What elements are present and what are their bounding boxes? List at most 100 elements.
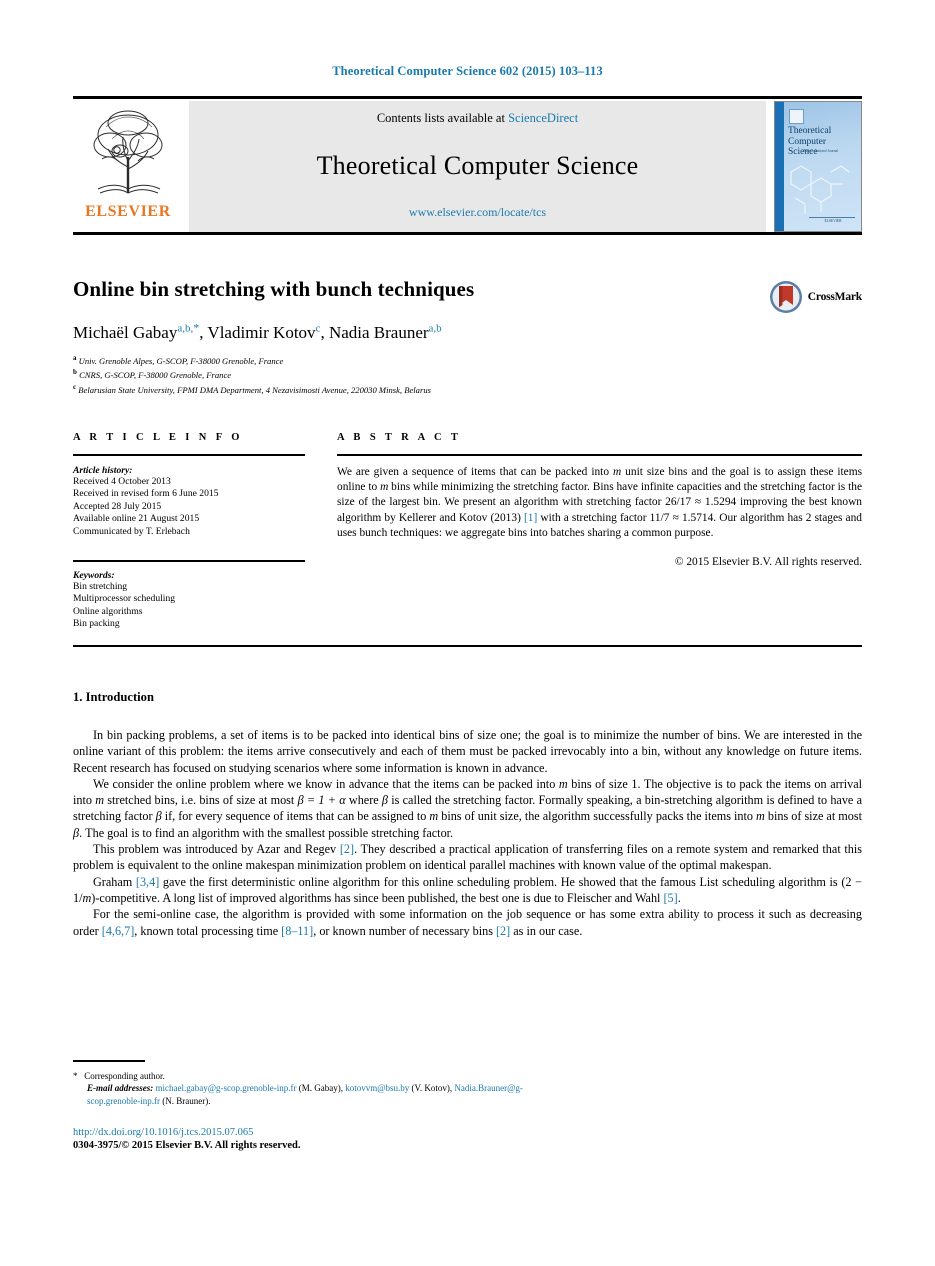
abstract-rule bbox=[337, 454, 862, 456]
corresponding-author-note: * Corresponding author. bbox=[73, 1070, 573, 1083]
cover-spine bbox=[775, 102, 784, 231]
affiliation-text: CNRS, G-SCOP, F-38000 Grenoble, France bbox=[79, 369, 232, 380]
paragraph: In bin packing problems, a set of items … bbox=[73, 728, 862, 775]
journal-title: Theoretical Computer Science bbox=[316, 150, 639, 180]
email-addresses-note: E-mail addresses: michael.gabay@g-scop.g… bbox=[73, 1082, 573, 1107]
affiliation-item: c Belarusian State University, FPMI DMA … bbox=[73, 382, 862, 396]
citation-link[interactable]: [1] bbox=[524, 512, 537, 524]
elsevier-tree-icon bbox=[93, 110, 163, 194]
affiliation-text: Belarusian State University, FPMI DMA De… bbox=[78, 384, 431, 395]
crossmark-badge[interactable]: CrossMark bbox=[769, 280, 862, 314]
info-section-bottom-rule bbox=[73, 645, 862, 647]
affiliation-item: a Univ. Grenoble Alpes, G-SCOP, F-38000 … bbox=[73, 353, 862, 367]
text-run: stretched bins, i.e. bins of size at mos… bbox=[104, 793, 298, 808]
journal-cover-thumbnail: Theoretical Computer Science An Internat… bbox=[774, 101, 862, 232]
citation-link[interactable]: [4,6,7] bbox=[102, 924, 135, 938]
email-label: E-mail addresses: bbox=[87, 1083, 154, 1094]
abstract-part: We are given a sequence of items that ca… bbox=[337, 466, 613, 478]
text-run: as in our case. bbox=[510, 923, 583, 938]
contents-available-line: Contents lists available at ScienceDirec… bbox=[377, 111, 578, 126]
citation-link[interactable]: [3,4] bbox=[136, 875, 159, 889]
abstract-text: We are given a sequence of items that ca… bbox=[337, 465, 862, 541]
keywords-block: Keywords: Bin stretching Multiprocessor … bbox=[73, 560, 305, 631]
affiliation-mark: b bbox=[73, 368, 77, 377]
citation-link[interactable]: [2] bbox=[496, 924, 510, 938]
cover-footer-label: ELSEVIER bbox=[824, 219, 842, 223]
affiliation-text: Univ. Grenoble Alpes, G-SCOP, F-38000 Gr… bbox=[78, 355, 284, 366]
cover-molecule-icon bbox=[790, 165, 850, 214]
elsevier-wordmark: ELSEVIER bbox=[85, 203, 171, 220]
text-run: This problem was introduced by Azar and … bbox=[93, 842, 340, 857]
text-run: Graham bbox=[93, 874, 136, 889]
cover-logo-square bbox=[789, 109, 804, 124]
email-owner: (N. Brauner). bbox=[159, 1095, 211, 1106]
email-link[interactable]: kotovvm@bsu.by bbox=[345, 1083, 409, 1093]
citation-link[interactable]: [8–11] bbox=[281, 924, 313, 938]
sciencedirect-link[interactable]: ScienceDirect bbox=[508, 111, 578, 125]
doi-link[interactable]: http://dx.doi.org/10.1016/j.tcs.2015.07.… bbox=[73, 1126, 773, 1139]
math-variable-m: m bbox=[558, 776, 568, 791]
email-link[interactable]: michael.gabay@g-scop.grenoble-inp.fr bbox=[156, 1083, 297, 1093]
masthead-bottom-rule bbox=[73, 232, 862, 235]
abstract-column: A B S T R A C T We are given a sequence … bbox=[337, 432, 862, 631]
keyword-item: Bin stretching bbox=[73, 581, 128, 593]
author-affiliation-mark: a,b bbox=[428, 322, 442, 334]
citation-link[interactable]: [5] bbox=[663, 891, 677, 905]
author-name: Michaël Gabay bbox=[73, 322, 178, 342]
column-gap bbox=[305, 432, 337, 631]
affiliation-mark: c bbox=[73, 382, 77, 391]
article-body: 1. Introduction In bin packing problems,… bbox=[73, 690, 862, 939]
section-heading-introduction: 1. Introduction bbox=[73, 690, 154, 704]
article-history-label: Article history: bbox=[73, 465, 133, 476]
affiliation-list: a Univ. Grenoble Alpes, G-SCOP, F-38000 … bbox=[73, 353, 862, 396]
journal-masthead: ELSEVIER Contents lists available at Sci… bbox=[73, 96, 862, 235]
history-item: Received 4 October 2013 bbox=[73, 476, 171, 487]
abstract-heading: A B S T R A C T bbox=[337, 432, 462, 443]
math-variable-m: m bbox=[82, 890, 92, 905]
math-variable-m: m bbox=[429, 809, 439, 824]
journal-homepage-link[interactable]: www.elsevier.com/locate/tcs bbox=[409, 205, 546, 220]
crossmark-label: CrossMark bbox=[807, 291, 862, 303]
issn-copyright-line: 0304-3975/© 2015 Elsevier B.V. All right… bbox=[73, 1140, 301, 1151]
citation-link[interactable]: [2] bbox=[340, 842, 354, 856]
author-list: Michaël Gabaya,b,*, Vladimir Kotovc, Nad… bbox=[73, 316, 862, 344]
masthead-top-rule bbox=[73, 96, 862, 99]
contents-prefix: Contents lists available at bbox=[376, 111, 505, 125]
cover-footer-rule bbox=[809, 217, 855, 218]
text-run: )-competitive. A long list of improved a… bbox=[91, 890, 664, 905]
article-info-heading: A R T I C L E I N F O bbox=[73, 432, 243, 443]
math-equation-beta: β = 1 + α bbox=[297, 793, 346, 808]
affiliation-mark: a bbox=[73, 353, 77, 362]
author-entry: Michaël Gabaya,b,*, bbox=[73, 320, 207, 342]
article-info-rule bbox=[73, 454, 305, 456]
keywords-label: Keywords: bbox=[73, 570, 115, 582]
keyword-item: Multiprocessor scheduling bbox=[73, 593, 176, 605]
text-run: , known total processing time bbox=[134, 923, 282, 938]
abstract-copyright: © 2015 Elsevier B.V. All rights reserved… bbox=[674, 556, 862, 569]
article-info-column: A R T I C L E I N F O Article history: R… bbox=[73, 432, 305, 631]
history-item: Communicated by T. Erlebach bbox=[73, 525, 190, 537]
paragraph: For the semi-online case, the algorithm … bbox=[73, 906, 862, 939]
page-title: Online bin stretching with bunch techniq… bbox=[73, 277, 475, 301]
footnote-rule bbox=[73, 1060, 145, 1062]
math-variable-m: m bbox=[756, 809, 765, 824]
keyword-item: Bin packing bbox=[73, 618, 120, 630]
keyword-item: Online algorithms bbox=[73, 605, 143, 617]
journal-running-head: Theoretical Computer Science 602 (2015) … bbox=[332, 64, 603, 78]
author-name: Nadia Brauner bbox=[328, 322, 429, 342]
author-entry: Vladimir Kotovc, bbox=[207, 322, 329, 342]
article-page: Theoretical Computer Science 602 (2015) … bbox=[0, 0, 935, 1266]
math-variable-m: m bbox=[613, 466, 622, 478]
article-info-abstract-area: A R T I C L E I N F O Article history: R… bbox=[73, 432, 862, 631]
paragraph: Graham [3,4] gave the first deterministi… bbox=[73, 874, 862, 907]
author-name: Vladimir Kotov bbox=[207, 322, 316, 342]
history-item: Received in revised form 6 June 2015 bbox=[73, 488, 219, 500]
paragraph: We consider the online problem where we … bbox=[73, 776, 862, 841]
page-footer: http://dx.doi.org/10.1016/j.tcs.2015.07.… bbox=[73, 1126, 773, 1152]
text-run: . bbox=[677, 890, 681, 905]
history-item: Available online 21 August 2015 bbox=[73, 513, 200, 525]
elsevier-logo: ELSEVIER bbox=[73, 101, 183, 232]
article-title-block: Online bin stretching with bunch techniq… bbox=[73, 276, 862, 396]
text-run: bins of unit size, the algorithm success… bbox=[438, 809, 757, 824]
author-entry: Nadia Braunera,b bbox=[328, 322, 442, 342]
